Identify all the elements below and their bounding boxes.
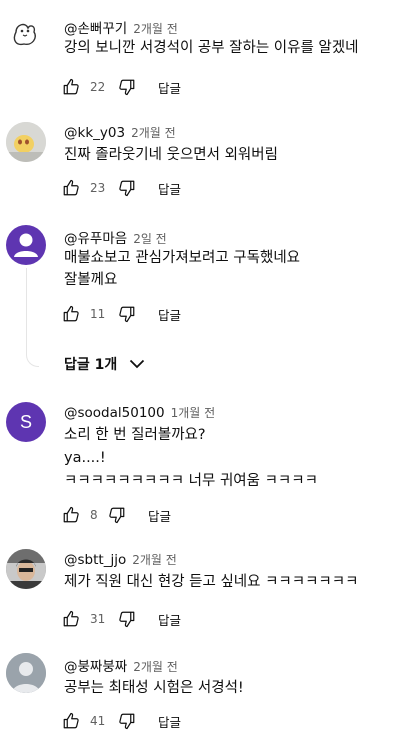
show-replies-button[interactable]: 답글 1개: [64, 354, 145, 374]
avatar[interactable]: [4, 14, 44, 54]
comment-time[interactable]: 2일 전: [133, 230, 167, 247]
comment-text-line-1: 소리 한 번 질러볼까요?: [64, 427, 206, 443]
dislike-icon[interactable]: [118, 78, 136, 96]
comment-text-line-2: 잘볼께요: [64, 272, 118, 288]
like-count: 41: [90, 714, 106, 728]
reply-button[interactable]: 답글: [158, 610, 181, 629]
comment-time[interactable]: 1개월 전: [171, 404, 216, 421]
comment-author[interactable]: @유푸마음: [64, 227, 127, 247]
comment-author[interactable]: @손뻐꾸기: [64, 17, 127, 37]
photo-avatar-icon: [6, 549, 46, 589]
comment-text-line-2: ya....!: [64, 450, 106, 466]
avatar[interactable]: [6, 122, 46, 162]
like-count: 8: [90, 508, 98, 522]
comment-time[interactable]: 2개월 전: [132, 551, 177, 568]
like-icon[interactable]: [62, 179, 80, 197]
avatar[interactable]: [6, 653, 46, 693]
comment-author[interactable]: @soodal50100: [64, 405, 165, 421]
thread-line: [26, 268, 39, 367]
comment-time[interactable]: 2개월 전: [133, 20, 178, 37]
like-count: 23: [90, 181, 106, 195]
reply-button[interactable]: 답글: [158, 305, 181, 324]
like-count: 31: [90, 612, 106, 626]
photo-avatar-icon: [6, 122, 46, 162]
comment-text: 진짜 졸라웃기네 웃으면서 외워버림: [64, 147, 278, 163]
like-icon[interactable]: [62, 305, 80, 323]
replies-count-label: 답글 1개: [64, 357, 118, 373]
reply-button[interactable]: 답글: [158, 179, 181, 198]
reply-button[interactable]: 답글: [148, 506, 171, 525]
like-icon[interactable]: [62, 610, 80, 628]
comment-time[interactable]: 2개월 전: [131, 124, 176, 141]
comment-author[interactable]: @붕짜붕짜: [64, 655, 127, 675]
comment-text: 제가 직원 대신 현강 듣고 싶네요 ㅋㅋㅋㅋㅋㅋㅋ: [64, 574, 359, 590]
bird-doodle-icon: [13, 23, 36, 46]
like-icon[interactable]: [62, 78, 80, 96]
comment-text-line-1: 매불쇼보고 관심가져보려고 구독했네요: [64, 250, 300, 266]
comment-author[interactable]: @sbtt_jjo: [64, 552, 126, 568]
dislike-icon[interactable]: [108, 506, 126, 524]
like-icon[interactable]: [62, 506, 80, 524]
comment-text: 공부는 최태성 시험은 서경석!: [64, 680, 244, 696]
comment-author[interactable]: @kk_y03: [64, 125, 125, 141]
dislike-icon[interactable]: [118, 712, 136, 730]
person-icon: [6, 653, 46, 693]
avatar-letter: S: [19, 411, 32, 432]
like-count: 22: [90, 80, 106, 94]
dislike-icon[interactable]: [118, 179, 136, 197]
reply-button[interactable]: 답글: [158, 712, 181, 731]
avatar[interactable]: [6, 549, 46, 589]
dislike-icon[interactable]: [118, 610, 136, 628]
dislike-icon[interactable]: [118, 305, 136, 323]
like-count: 11: [90, 307, 106, 321]
avatar[interactable]: [6, 225, 46, 265]
like-icon[interactable]: [62, 712, 80, 730]
comment-text-line-3: ㅋㅋㅋㅋㅋㅋㅋㅋㅋ 너무 귀여움 ㅋㅋㅋㅋ: [64, 473, 318, 489]
reply-button[interactable]: 답글: [158, 78, 181, 97]
avatar[interactable]: S: [6, 402, 46, 442]
comment-time[interactable]: 2개월 전: [133, 658, 178, 675]
comment-text: 강의 보니깐 서경석이 공부 잘하는 이유를 알겠네: [64, 40, 359, 56]
chevron-down-icon: [130, 359, 145, 369]
person-icon: [14, 233, 38, 257]
